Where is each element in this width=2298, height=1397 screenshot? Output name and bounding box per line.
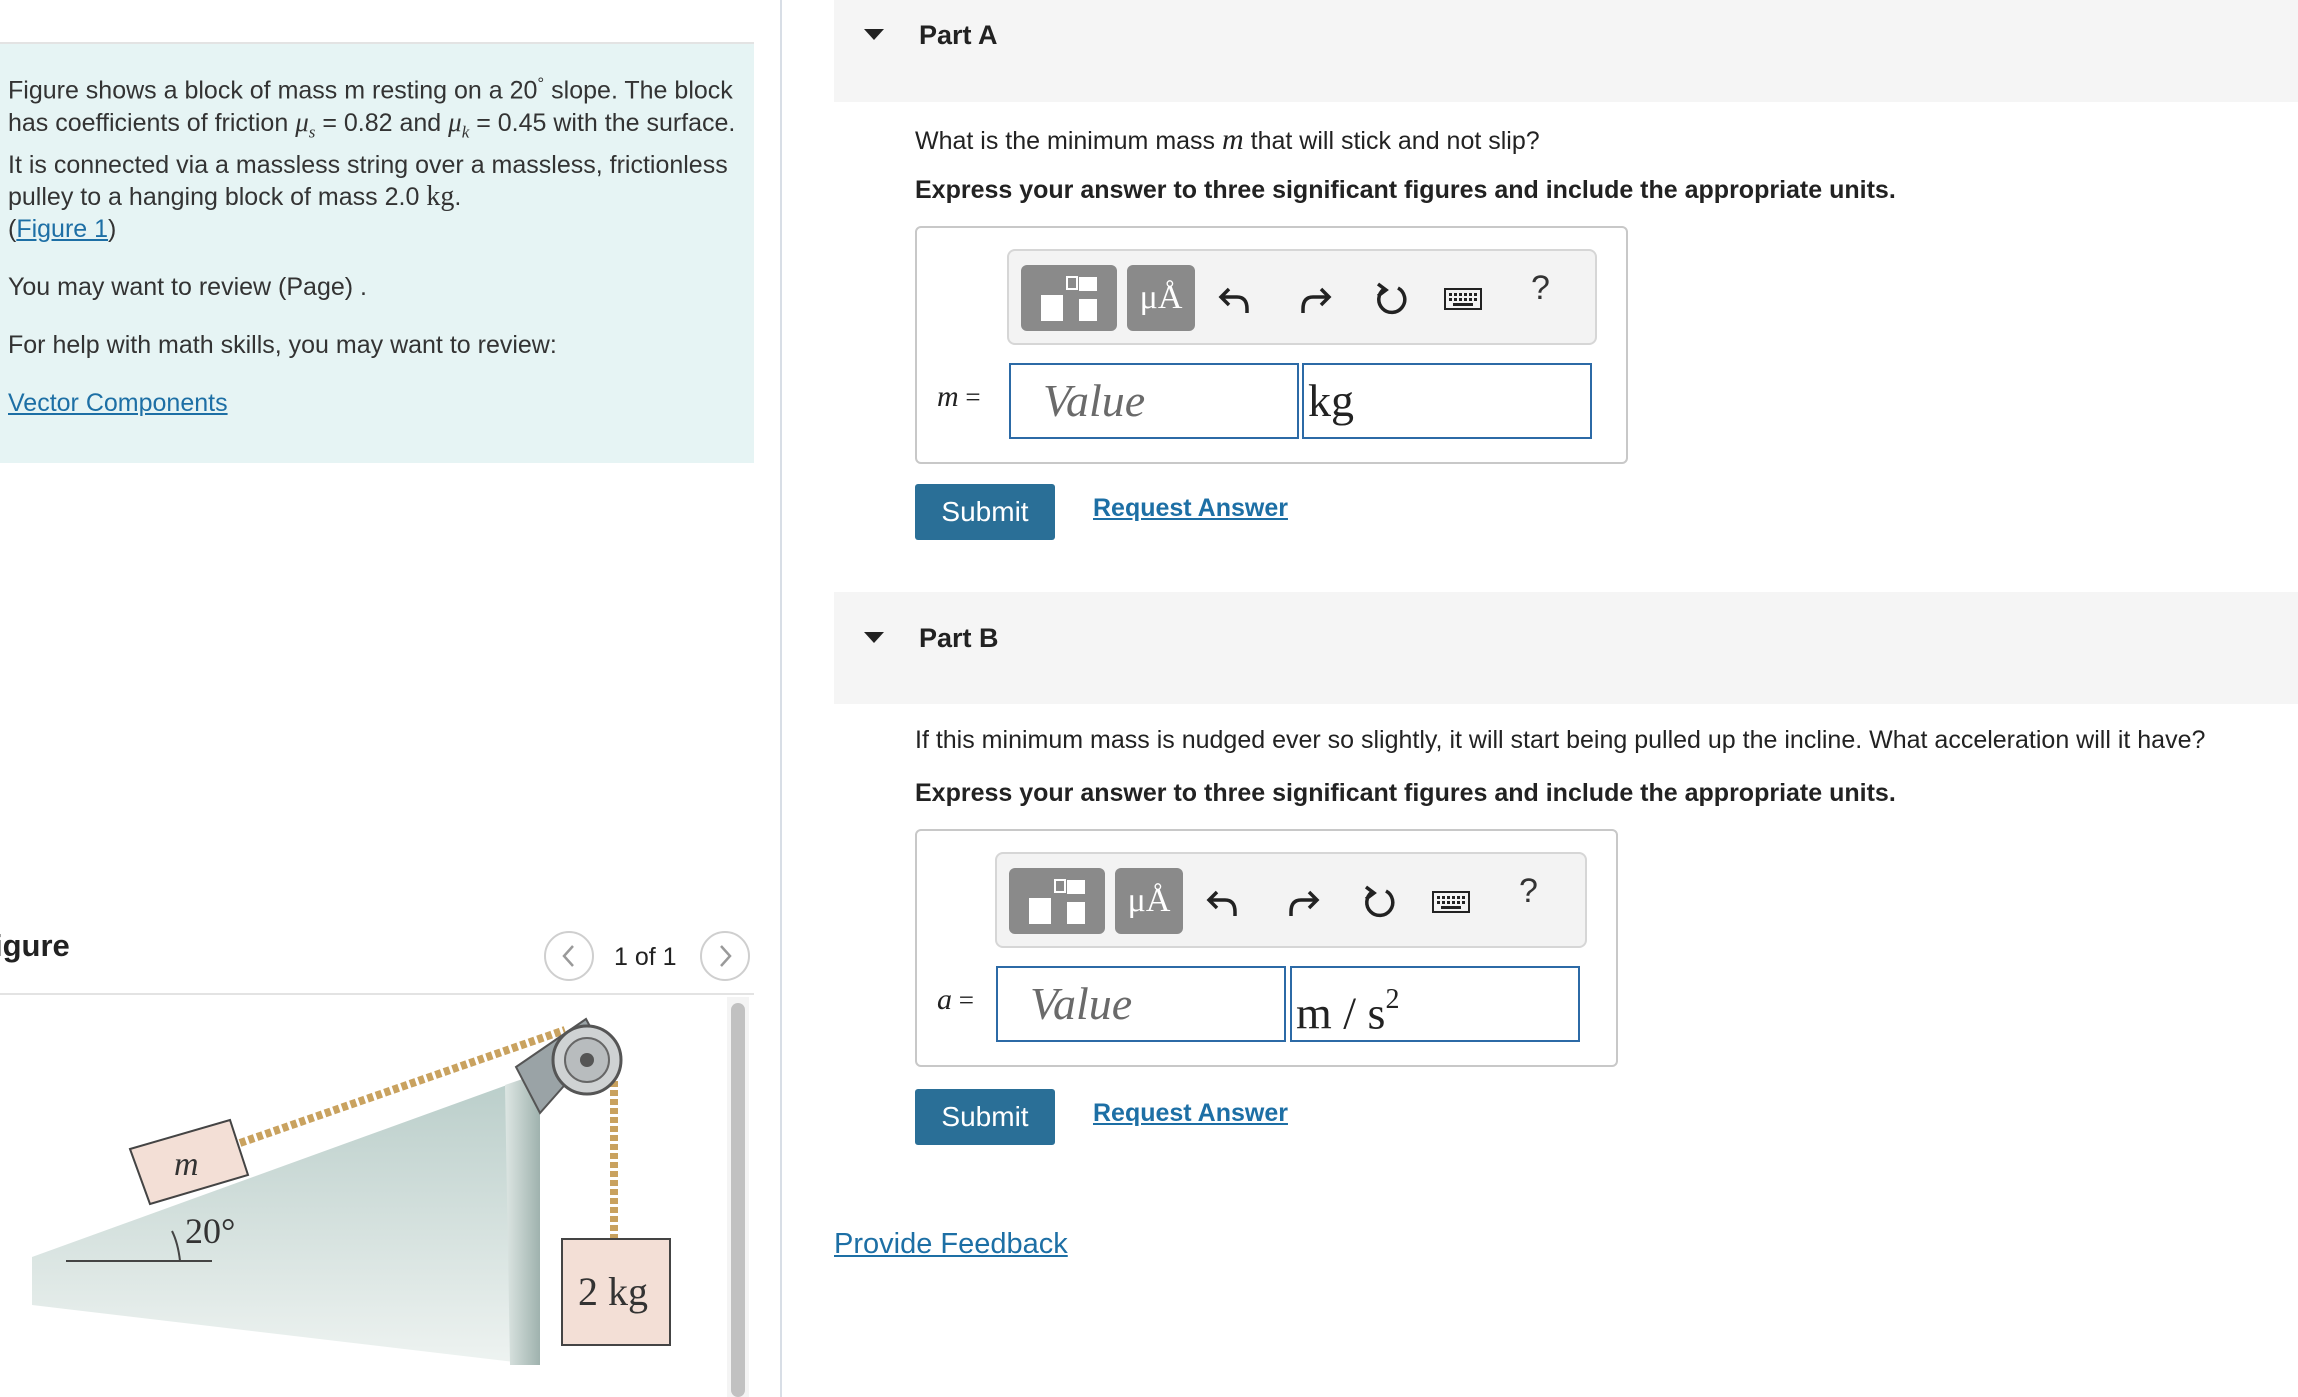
figure-prev-button[interactable]: [544, 931, 594, 981]
part-a-request-answer-link[interactable]: Request Answer: [1093, 494, 1288, 523]
part-a-question: What is the minimum mass m that will sti…: [915, 123, 1540, 156]
undo-icon: [1206, 890, 1237, 916]
templates-icon: [1041, 276, 1097, 321]
keyboard-button[interactable]: [1441, 277, 1485, 321]
figure-pager: 1 of 1: [614, 943, 677, 971]
figure-title: igure: [0, 928, 70, 963]
keyboard-icon: [1432, 891, 1470, 913]
figure-scrollbar-thumb[interactable]: [731, 1003, 745, 1397]
problem-statement: Figure shows a block of mass m resting o…: [0, 44, 754, 463]
vector-components-link[interactable]: Vector Components: [8, 387, 228, 419]
templates-icon: [1029, 879, 1085, 924]
templates-button[interactable]: [1021, 265, 1117, 331]
review-text: You may want to review (Page) .: [8, 272, 367, 301]
hanging-block-label: 2 kg: [578, 1269, 648, 1314]
redo-button[interactable]: [1281, 880, 1325, 924]
units-button[interactable]: μÅ: [1115, 868, 1183, 934]
redo-icon: [1301, 287, 1332, 313]
value-input[interactable]: Value: [1009, 363, 1299, 439]
chevron-right-icon: [720, 945, 732, 967]
provide-feedback-link[interactable]: Provide Feedback: [834, 1228, 1068, 1261]
part-a-header[interactable]: Part A: [834, 0, 2298, 102]
math-toolbar: μÅ ?: [1007, 249, 1597, 345]
keyboard-button[interactable]: [1429, 880, 1473, 924]
angle-label: 20°: [185, 1211, 235, 1251]
incline-figure: 20° m 2 kg: [32, 1017, 671, 1365]
redo-button[interactable]: [1293, 277, 1337, 321]
variable-label: m =: [937, 380, 981, 413]
keyboard-icon: [1444, 288, 1482, 310]
figure-link[interactable]: Figure 1: [16, 215, 108, 243]
collapse-caret-icon[interactable]: [864, 29, 884, 40]
value-input[interactable]: Value: [996, 966, 1286, 1042]
incline-wall: [505, 1073, 540, 1365]
part-b-submit-button[interactable]: Submit: [915, 1089, 1055, 1145]
part-b-request-answer-link[interactable]: Request Answer: [1093, 1099, 1288, 1128]
part-a-title: Part A: [919, 20, 998, 50]
part-b-answer-box: μÅ ? a = Value m / s2: [915, 829, 1618, 1067]
part-b-title: Part B: [919, 623, 999, 653]
help-button[interactable]: ?: [1519, 872, 1538, 911]
figure-next-button[interactable]: [700, 931, 750, 981]
part-b-question: If this minimum mass is nudged ever so s…: [915, 726, 2206, 754]
unit-input[interactable]: kg: [1302, 363, 1592, 439]
reset-button[interactable]: [1369, 277, 1413, 321]
math-toolbar: μÅ ?: [995, 852, 1587, 948]
help-button[interactable]: ?: [1531, 269, 1550, 308]
redo-icon: [1289, 890, 1320, 916]
variable-label: a =: [937, 983, 974, 1016]
incline-ramp: [32, 1073, 540, 1365]
part-a-answer-box: μÅ ? m = Value kg: [915, 226, 1628, 464]
chevron-left-icon: [562, 945, 574, 967]
part-a-instruction: Express your answer to three significant…: [915, 176, 1896, 204]
problem-text: Figure shows a block of mass m resting o…: [8, 74, 736, 243]
undo-icon: [1218, 287, 1249, 313]
left-pane: Figure shows a block of mass m resting o…: [0, 0, 780, 1397]
block-m-label: m: [174, 1146, 199, 1183]
undo-button[interactable]: [1201, 880, 1245, 924]
templates-button[interactable]: [1009, 868, 1105, 934]
pane-divider[interactable]: [780, 0, 782, 1397]
reset-icon: [1364, 885, 1395, 918]
reset-icon: [1376, 282, 1407, 315]
undo-button[interactable]: [1213, 277, 1257, 321]
unit-input[interactable]: m / s2: [1290, 966, 1580, 1042]
collapse-caret-icon[interactable]: [864, 632, 884, 643]
part-a-submit-button[interactable]: Submit: [915, 484, 1055, 540]
units-button[interactable]: μÅ: [1127, 265, 1195, 331]
part-b-instruction: Express your answer to three significant…: [915, 779, 1896, 807]
part-b-header[interactable]: Part B: [834, 592, 2298, 704]
reset-button[interactable]: [1357, 880, 1401, 924]
help-text: For help with math skills, you may want …: [8, 330, 557, 359]
